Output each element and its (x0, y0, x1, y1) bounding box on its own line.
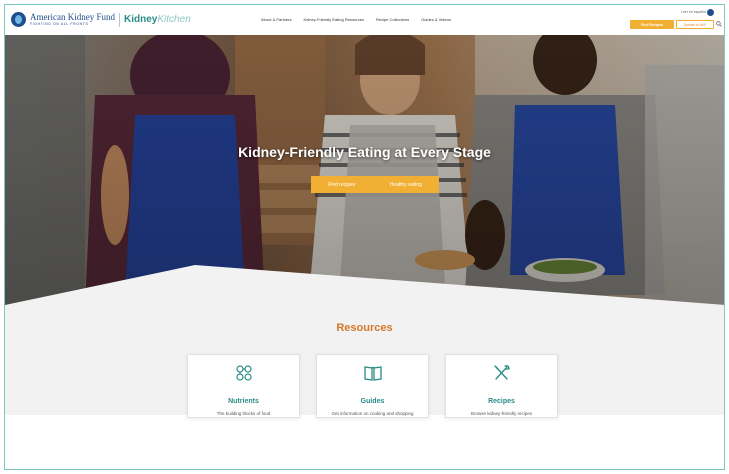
resource-card-title: Guides (360, 398, 385, 405)
main-nav: About & Partners Kidney-Friendly Eating … (261, 17, 451, 22)
akf-logo-text: American Kidney Fund FIGHTING ON ALL FRO… (30, 11, 115, 27)
resources-section: Resources Nutrients The building blocks … (5, 265, 724, 469)
globe-icon[interactable] (707, 9, 714, 16)
nutrients-icon (236, 365, 252, 381)
resource-card-nutrients[interactable]: Nutrients The building blocks of food (187, 354, 300, 418)
logo-divider (118, 12, 120, 27)
find-recipes-hero-button[interactable]: Find recipes (328, 182, 355, 188)
kidney-kitchen-logo-bold: Kidney (123, 14, 158, 25)
resource-card-description: Get information on cooking and shopping (331, 411, 414, 416)
resource-card-description: The building blocks of food (216, 411, 271, 416)
nav-eating-resources[interactable]: Kidney-Friendly Eating Resources (303, 17, 363, 22)
hero-title: Kidney-Friendly Eating at Every Stage (238, 144, 491, 160)
find-recipes-button[interactable]: Find Recipes (630, 20, 674, 29)
resource-card-guides[interactable]: Guides Get information on cooking and sh… (316, 354, 429, 418)
akf-logo-tagline: FIGHTING ON ALL FRONTS (30, 21, 89, 26)
akf-logo-icon (11, 12, 26, 27)
browser-frame: American Kidney Fund FIGHTING ON ALL FRO… (4, 4, 725, 470)
kidney-kitchen-logo-light: Kitchen (157, 14, 191, 25)
language-link[interactable]: Leer en español (681, 10, 706, 14)
resource-card-title: Nutrients (228, 398, 259, 405)
kidney-kitchen-logo: KidneyKitchen (124, 14, 191, 25)
site-logo[interactable]: American Kidney Fund FIGHTING ON ALL FRO… (11, 12, 191, 27)
guides-book-icon (364, 366, 382, 381)
resources-title: Resources (336, 322, 393, 334)
search-icon[interactable] (716, 21, 722, 27)
donate-button[interactable]: Donate to AKF (676, 20, 714, 29)
healthy-eating-hero-button[interactable]: Healthy eating (390, 182, 422, 188)
akf-logo-name: American Kidney Fund (30, 11, 115, 22)
resource-card-description: Browse kidney-friendly recipes (470, 411, 533, 416)
nav-about-partners[interactable]: About & Partners (261, 17, 291, 22)
nav-recipe-collections[interactable]: Recipe Collections (376, 17, 409, 22)
recipes-utensils-icon (494, 365, 510, 380)
nav-guides-videos[interactable]: Guides & Videos (421, 17, 451, 22)
resource-card-recipes[interactable]: Recipes Browse kidney-friendly recipes (445, 354, 558, 418)
header-actions: Leer en español Find Recipes Donate to A… (618, 9, 722, 33)
hero-button-group: Find recipes Healthy eating (311, 176, 439, 193)
resource-card-title: Recipes (488, 398, 515, 405)
site-header: American Kidney Fund FIGHTING ON ALL FRO… (5, 5, 724, 35)
